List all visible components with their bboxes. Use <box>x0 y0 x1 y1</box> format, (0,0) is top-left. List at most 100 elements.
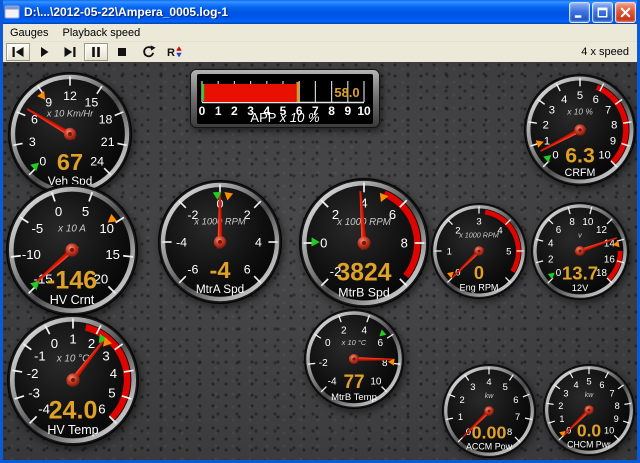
gauge-value: 67 <box>57 149 83 175</box>
gauge-value: 13.7 <box>562 262 598 283</box>
tick-label: 8 <box>569 217 575 228</box>
tick-label: 6 <box>98 402 105 417</box>
gauge-label: MtrA Spd <box>196 283 244 296</box>
tick-label: 2 <box>459 394 464 405</box>
skip-end-button[interactable] <box>58 43 82 61</box>
menu-gauges[interactable]: Gauges <box>3 25 56 41</box>
pause-button[interactable] <box>84 43 108 61</box>
tick-label: 2 <box>548 254 553 265</box>
gauge-unit: x 10 Km/Hr <box>46 109 94 119</box>
tick-label: 4 <box>548 239 554 250</box>
gauge-value: -146 <box>47 266 97 294</box>
playback-toolbar: R 4 x speed <box>3 42 637 62</box>
gauge-unit: kw <box>585 392 594 399</box>
tick-label: -4 <box>328 376 337 387</box>
loop-button[interactable] <box>136 43 160 61</box>
close-button[interactable] <box>615 2 636 23</box>
tick-label: 1 <box>447 246 452 257</box>
tick-label: 4 <box>486 376 491 387</box>
tick-label: 3 <box>29 135 36 149</box>
skip-end-icon <box>62 44 78 60</box>
gauge-hv_crnt: -15-10-505101520x 10 A-146HV Crnt <box>6 184 138 316</box>
dashboard: 01234567891058.0APP x 10 %03691215182124… <box>3 62 637 460</box>
tick-label: 9 <box>45 95 52 109</box>
tick-label: 9 <box>610 136 616 148</box>
tick-label: -6 <box>187 263 198 277</box>
play-button[interactable] <box>32 43 56 61</box>
minimize-icon <box>572 5 587 20</box>
tick-label: 3 <box>563 388 568 398</box>
gauge-crfm: 012345678910x 10 %6.3CRFM <box>524 74 636 186</box>
tick-label: 3 <box>102 349 109 364</box>
tick-label: 10 <box>370 376 382 387</box>
tick-label: -3 <box>28 385 40 400</box>
tick-label: 15 <box>84 95 98 109</box>
gauge-v12: 024681012141618v13.712V <box>531 202 629 300</box>
minimize-button[interactable] <box>569 2 590 23</box>
gauge-hv_temp: -4-3-2-10123456x 10 °C24.0HV Temp <box>7 314 139 446</box>
gauge-value: 6.3 <box>565 143 595 167</box>
tick-label: 10 <box>604 425 614 435</box>
bar-tick-label: 1 <box>215 104 222 118</box>
menu-playback-speed[interactable]: Playback speed <box>56 25 148 41</box>
tick-label: 16 <box>604 254 615 265</box>
app-window: D:\...\2012-05-22\Ampera_0005.log-1 Gaug… <box>0 0 640 463</box>
gauge-value: 0 <box>474 262 484 283</box>
skip-start-button[interactable] <box>6 43 30 61</box>
tick-label: -2 <box>319 358 328 369</box>
tick-label: 21 <box>101 135 115 149</box>
bar-tick-label: 0 <box>199 104 206 118</box>
bar-tick-label: 9 <box>344 104 351 118</box>
gauge-value: 3824 <box>337 260 392 287</box>
tick-label: 0 <box>55 204 62 219</box>
title-bar[interactable]: D:\...\2012-05-22\Ampera_0005.log-1 <box>0 0 640 24</box>
gauge-value: 24.0 <box>49 396 98 424</box>
tick-label: 5 <box>82 204 89 219</box>
tick-label: 0 <box>325 338 331 349</box>
loop-icon <box>140 44 156 60</box>
gauge-eng_rpm: 012345x 1000 RPM0Eng RPM <box>431 203 527 299</box>
gauge-label: CRFM <box>565 167 596 179</box>
tick-label: -1 <box>34 349 46 364</box>
tick-label: 12 <box>596 225 607 236</box>
tick-label: 5 <box>577 90 583 102</box>
tick-label: 7 <box>610 388 615 398</box>
tick-label: 10 <box>598 149 610 161</box>
tick-label: 4 <box>110 366 117 381</box>
tick-label: 18 <box>99 113 113 127</box>
tick-label: 5 <box>506 246 511 257</box>
gauge-label: 12V <box>572 283 589 293</box>
tick-label: 5 <box>108 385 115 400</box>
tick-label: 4 <box>361 325 367 336</box>
maximize-button[interactable] <box>592 2 613 23</box>
tick-label: 1 <box>69 332 76 347</box>
bar-tick-label: 2 <box>231 104 238 118</box>
gauge-unit: x 10 °C <box>341 338 367 347</box>
tick-label: 6 <box>244 263 251 277</box>
tick-label: 2 <box>341 325 347 336</box>
tick-label: 4 <box>255 235 262 249</box>
tick-label: 7 <box>605 105 611 117</box>
play-icon <box>36 44 52 60</box>
tick-label: 4 <box>561 94 567 106</box>
gauge-accm_pow: 012345678kw0.00ACCM Pow <box>442 364 536 458</box>
reverse-icon: R <box>166 44 182 60</box>
tick-label: 6 <box>599 380 604 390</box>
gauge-label: HV Crnt <box>50 293 95 307</box>
tick-label: 0 <box>51 336 58 351</box>
tick-label: 5 <box>586 377 591 387</box>
tick-label: 3 <box>470 381 475 392</box>
tick-label: 8 <box>611 119 617 131</box>
tick-label: 3 <box>549 105 555 117</box>
tick-label: 2 <box>558 401 563 411</box>
gauge-label: CHCM Pwr <box>567 440 611 450</box>
tick-label: 8 <box>615 401 620 411</box>
bar-gauge-app: 01234567891058.0APP x 10 % <box>190 69 380 128</box>
reverse-button[interactable]: R <box>162 43 186 61</box>
maximize-icon <box>595 5 610 20</box>
tick-label: 7 <box>515 411 520 422</box>
tick-label: 0 <box>39 155 46 169</box>
tick-label: 5 <box>503 381 508 392</box>
tick-label: 0 <box>320 236 327 251</box>
stop-button[interactable] <box>110 43 134 61</box>
